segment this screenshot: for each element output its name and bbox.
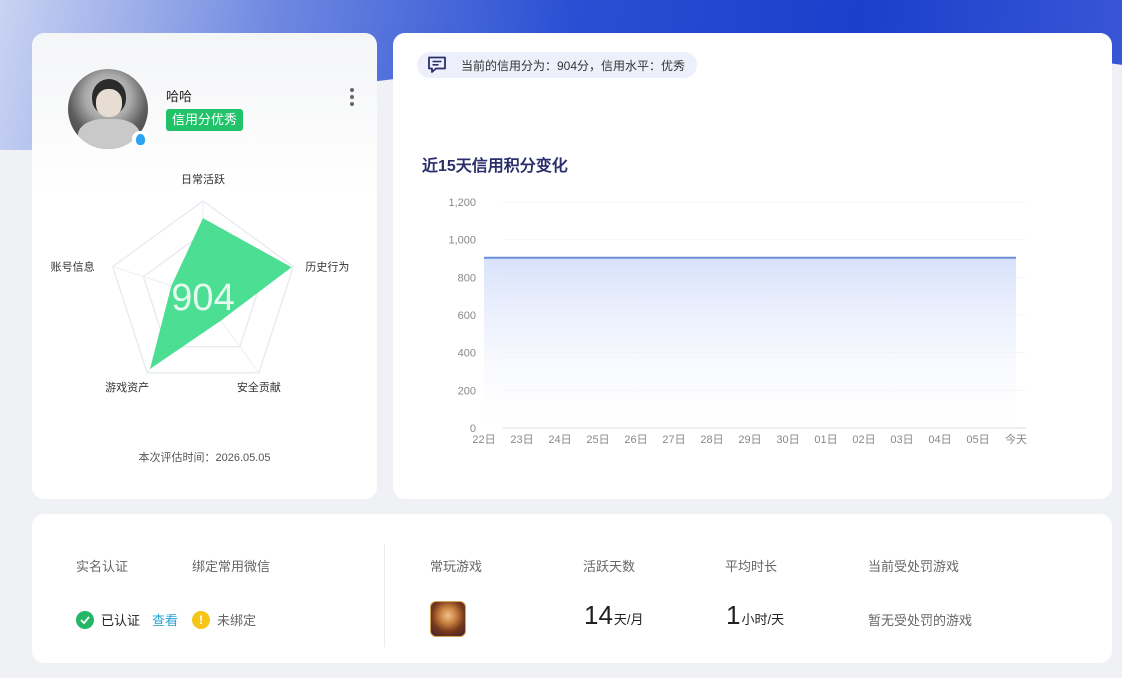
section-divider xyxy=(384,544,385,647)
credit-area-fill xyxy=(484,257,1016,428)
wechat-status-text: 未绑定 xyxy=(217,613,257,628)
realname-status-text: 已认证 xyxy=(101,613,141,628)
x-tick-label: 今天 xyxy=(1005,432,1027,446)
y-tick-label: 800 xyxy=(458,272,476,284)
profile-card: 哈哈 信用分优秀 904 日常活跃历史行为安全贡献 游戏资产 账号信息 本次评估时间… xyxy=(32,33,377,499)
credit-line-chart: 02004006008001,0001,200 22日 23日 24日 25日 26日 2… xyxy=(448,197,1027,446)
game-icon[interactable] xyxy=(430,601,466,637)
check-circle-icon xyxy=(76,610,94,629)
account-info-card: 实名认证 绑定常用微信 已认证 查看 ! 未绑定 常玩游戏 活跃天数 平均时长 … xyxy=(32,514,1112,663)
radar-axis-label: 历史行为 xyxy=(305,261,349,274)
radar-axis-label: 游戏资产 xyxy=(105,380,149,394)
chart-title: 近15天信用积分变化 xyxy=(422,158,568,175)
avg-time-label: 平均时长 xyxy=(725,559,778,574)
x-tick-label: 02日 xyxy=(852,434,875,446)
avg-time-value: 1 小时/天 xyxy=(726,600,784,631)
evaluation-time: 本次评估时间：2026.05.05 xyxy=(138,452,271,464)
x-tick-label: 22日 xyxy=(472,434,495,446)
y-tick-label: 1,000 xyxy=(448,235,476,247)
favorite-games-label: 常玩游戏 xyxy=(430,559,483,574)
x-tick-label: 30日 xyxy=(776,434,799,446)
credit-level-badge: 信用分优秀 xyxy=(166,109,244,131)
y-tick-label: 1,200 xyxy=(448,197,476,209)
x-tick-label: 29日 xyxy=(738,434,761,446)
radar-axis-label: 账号信息 xyxy=(51,260,95,274)
warning-icon: ! xyxy=(192,610,210,629)
active-days-number: 14 xyxy=(584,600,613,630)
active-days-value: 14 天/月 xyxy=(584,600,644,631)
credit-summary-pill: 当前的信用分为：904分，信用水平：优秀 xyxy=(417,52,698,78)
wechat-status: ! 未绑定 xyxy=(192,610,256,629)
punished-games-label: 当前受处罚游戏 xyxy=(868,559,960,574)
credit-summary-text: 当前的信用分为：904分，信用水平：优秀 xyxy=(461,58,686,73)
x-tick-label: 24日 xyxy=(548,434,571,446)
x-tick-label: 26日 xyxy=(624,434,647,446)
avg-time-unit: 小时/天 xyxy=(741,612,785,627)
punished-games-value: 暂无受处罚的游戏 xyxy=(868,613,973,628)
x-tick-label: 04日 xyxy=(928,434,951,446)
x-tick-label: 25日 xyxy=(586,434,609,446)
qq-penguin-icon xyxy=(132,131,148,147)
y-tick-label: 400 xyxy=(458,348,476,360)
x-tick-label: 27日 xyxy=(662,434,685,446)
view-link[interactable]: 查看 xyxy=(152,610,178,629)
radar-axis-label: 安全贡献 xyxy=(237,380,281,394)
radar-score-text: 904 xyxy=(171,277,234,319)
active-days-unit: 天/月 xyxy=(613,612,644,627)
y-tick-label: 600 xyxy=(458,310,476,322)
more-options-icon[interactable] xyxy=(348,88,356,110)
x-tick-label: 28日 xyxy=(700,434,723,446)
x-tick-label: 05日 xyxy=(966,434,989,446)
radar-axis-label: 日常活跃 xyxy=(181,172,225,186)
avg-time-number: 1 xyxy=(726,600,741,630)
x-tick-label: 23日 xyxy=(510,434,533,446)
credit-chart-card: 当前的信用分为：904分，信用水平：优秀 近15天信用积分变化 0 200 400 6… xyxy=(393,33,1112,499)
username: 哈哈 xyxy=(166,89,193,104)
credit-radar-chart: 904 日常活跃历史行为安全贡献 游戏资产 账号信息 xyxy=(51,172,350,394)
y-tick-label: 200 xyxy=(458,385,476,397)
x-tick-label: 03日 xyxy=(890,434,913,446)
chat-bubble-icon xyxy=(428,56,446,73)
x-tick-label: 01日 xyxy=(814,434,837,446)
active-days-label: 活跃天数 xyxy=(583,559,636,574)
wechat-label: 绑定常用微信 xyxy=(192,559,271,574)
realname-label: 实名认证 xyxy=(76,559,129,574)
realname-status: 已认证 查看 xyxy=(76,610,178,629)
